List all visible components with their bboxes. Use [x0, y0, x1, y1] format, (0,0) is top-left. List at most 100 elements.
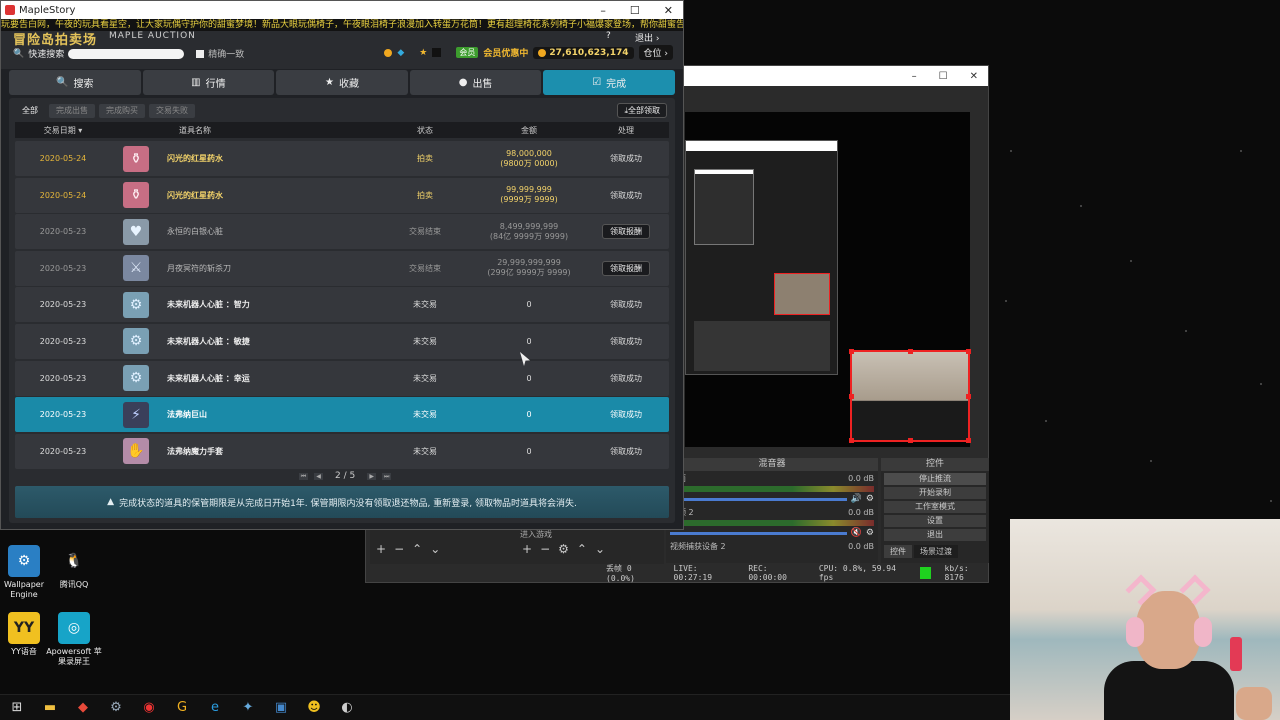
table-row[interactable]: 2020-05-23 ⚙ 未来机器人心脏 ：幸运 未交易 0 领取成功: [15, 360, 669, 396]
tab-label: 完成: [606, 79, 627, 90]
mixer-channel-name: 桌面: [670, 473, 844, 484]
warning-icon: ▲: [107, 497, 115, 507]
row-date: 2020-05-23: [39, 410, 87, 420]
remove-icon[interactable]: −: [394, 542, 404, 556]
tab-controls[interactable]: 控件: [884, 545, 912, 558]
table-row[interactable]: 2020-05-23 ⚙ 未来机器人心脏 ：敏捷 未交易 0 领取成功: [15, 323, 669, 359]
maplestory-icon[interactable]: ◆: [72, 696, 94, 718]
table-row[interactable]: 2020-05-24 ⚱ 闪光的红星药水 拍卖 98,000,000 (9800万…: [15, 141, 669, 176]
qq-penguin-icon: 🐧: [65, 553, 83, 569]
gear-icon[interactable]: ⚙: [866, 494, 874, 504]
row-item-name: 闪光的红星药水: [167, 154, 223, 163]
completed-panel: 全部 完成出售 完成购买 交易失败 ⤓全部领取 交易日期 ▾ 道具名称 状态 金…: [9, 98, 675, 523]
col-date[interactable]: 交易日期 ▾: [15, 125, 111, 136]
first-page-icon[interactable]: ⏮: [299, 472, 308, 480]
table-row[interactable]: 2020-05-23 ⚔ 月夜冥符的斩杀刀 交易结束 29,999,999,99…: [15, 250, 669, 286]
next-page-icon[interactable]: ▶: [367, 472, 377, 480]
gear-icon[interactable]: ⚙: [866, 528, 874, 538]
maximize-icon[interactable]: ☐: [630, 4, 640, 17]
filter-failed[interactable]: 交易失败: [149, 104, 195, 118]
claim-reward-button[interactable]: 领取报酬: [602, 224, 650, 240]
scene-item[interactable]: 进入游戏: [516, 528, 664, 542]
table-row-selected[interactable]: 2020-05-23 ⚡ 法弗纳巨山 未交易 0 领取成功: [15, 397, 669, 433]
cpu-fps: CPU: 0.8%, 59.94 fps: [818, 564, 896, 582]
claim-reward-button[interactable]: 领取报酬: [602, 260, 650, 276]
tab-scene-transitions[interactable]: 场景过渡: [914, 545, 958, 558]
stop-streaming-button[interactable]: 停止推流: [884, 473, 986, 485]
muted-speaker-icon[interactable]: 🔇: [851, 528, 862, 538]
speaker-icon[interactable]: 🔊: [851, 494, 862, 504]
help-button[interactable]: ?: [606, 31, 611, 43]
glove-icon: ✋: [123, 438, 149, 465]
remove-icon[interactable]: −: [540, 542, 550, 556]
tab-search[interactable]: 🔍 搜索: [9, 70, 141, 95]
move-up-icon[interactable]: ⌃: [412, 542, 422, 556]
exact-match-checkbox[interactable]: [196, 49, 205, 58]
row-item-name: 未来机器人心脏 ：幸运: [167, 373, 250, 383]
storage-button[interactable]: 仓位 ›: [638, 45, 673, 60]
row-item-name: 未来机器人心脏 ：敏捷: [167, 336, 250, 346]
add-icon[interactable]: +: [522, 542, 532, 556]
obs-webcam-source[interactable]: [849, 349, 971, 443]
move-down-icon[interactable]: ⌄: [430, 542, 440, 556]
tab-sell[interactable]: ● 出售: [409, 70, 542, 95]
notice-text: 完成状态的道具的保管期限是从完成日开始1年. 保管期限内没有领取退还物品, 重新…: [119, 498, 577, 509]
windows-start-icon[interactable]: ⊞: [6, 696, 28, 718]
start-recording-button[interactable]: 开始录制: [884, 487, 986, 499]
row-amount-cn: (9800万 0000): [500, 158, 558, 168]
row-amount-cn: (299亿 9999万 9999): [487, 268, 571, 278]
row-amount: 29,999,999,999: [497, 258, 561, 268]
red-potion-icon: ⚱: [123, 182, 149, 209]
table-row[interactable]: 2020-05-23 ⚙ 未来机器人心脏 ：智力 未交易 0 领取成功: [15, 287, 669, 323]
yy-icon[interactable]: ☻: [303, 696, 325, 718]
close-icon[interactable]: ✕: [970, 71, 978, 82]
steam-icon[interactable]: ⚙: [105, 696, 127, 718]
search-input[interactable]: [68, 48, 185, 59]
filter-bought[interactable]: 完成购买: [99, 104, 145, 118]
storage-label: 仓位: [643, 49, 662, 59]
add-icon[interactable]: +: [376, 542, 386, 556]
tab-label: 搜索: [73, 79, 94, 90]
obs-icon[interactable]: ◐: [336, 696, 358, 718]
window-titlebar: MapleStory – ☐ ✕: [1, 1, 683, 19]
maximize-icon[interactable]: ☐: [939, 71, 948, 82]
row-action-text: 领取成功: [610, 410, 642, 420]
desktop-icon-qq[interactable]: 🐧 腾讯QQ: [44, 545, 104, 590]
last-page-icon[interactable]: ⏭: [382, 472, 392, 480]
table-row[interactable]: 2020-05-23 ♥ 永恒的白银心脏 交易结束 8,499,999,999(…: [15, 214, 669, 250]
tab-market[interactable]: ▥ 行情: [142, 70, 275, 95]
desktop-icon-apowersoft[interactable]: ◎ Apowersoft 苹果录屏王: [44, 612, 104, 667]
filter-sold[interactable]: 完成出售: [49, 104, 95, 118]
close-icon[interactable]: ✕: [664, 4, 673, 17]
tab-completed[interactable]: ☑ 完成: [543, 70, 675, 95]
table-row[interactable]: 2020-05-23 ✋ 法弗纳魔力手套 未交易 0 领取成功: [15, 433, 669, 469]
move-down-icon[interactable]: ⌄: [595, 542, 605, 556]
row-amount-cn: (84亿 9999万 9999): [489, 231, 569, 241]
g-app-icon[interactable]: G: [171, 696, 193, 718]
settings-button[interactable]: 设置: [884, 515, 986, 527]
filter-all[interactable]: 全部: [15, 104, 45, 118]
obs-status-bar: 丢帧 0 (0.0%) LIVE: 00:27:19 REC: 00:00:00…: [366, 564, 988, 583]
move-up-icon[interactable]: ⌃: [577, 542, 587, 556]
edge-icon[interactable]: e: [204, 696, 226, 718]
table-header: 交易日期 ▾ 道具名称 状态 金额 处理: [15, 122, 669, 138]
row-status: 未交易: [413, 446, 437, 456]
studio-mode-button[interactable]: 工作室模式: [884, 501, 986, 513]
exit-auction-button[interactable]: 退出 ›: [635, 31, 659, 44]
webcam-overlay: [1010, 519, 1280, 720]
exit-button[interactable]: 退出: [884, 529, 986, 541]
tab-favorites[interactable]: ★ 收藏: [276, 70, 408, 95]
image-app-icon[interactable]: ▣: [270, 696, 292, 718]
mixer-channel-name: 视频捕获设备 2: [670, 541, 726, 551]
file-explorer-icon[interactable]: ▬: [39, 696, 61, 718]
minimize-icon[interactable]: –: [912, 71, 917, 82]
gear-icon[interactable]: ⚙: [558, 542, 569, 556]
netease-icon[interactable]: ◉: [138, 696, 160, 718]
minimize-icon[interactable]: –: [600, 4, 606, 17]
claim-all-button[interactable]: ⤓全部领取: [617, 103, 667, 118]
table-row[interactable]: 2020-05-24 ⚱ 闪光的红星药水 拍卖 99,999,999 (9999万…: [15, 177, 669, 213]
prev-page-icon[interactable]: ◀: [314, 472, 323, 480]
volume-slider[interactable]: [670, 531, 847, 535]
volume-slider[interactable]: [670, 497, 847, 501]
app-icon[interactable]: ✦: [237, 696, 259, 718]
